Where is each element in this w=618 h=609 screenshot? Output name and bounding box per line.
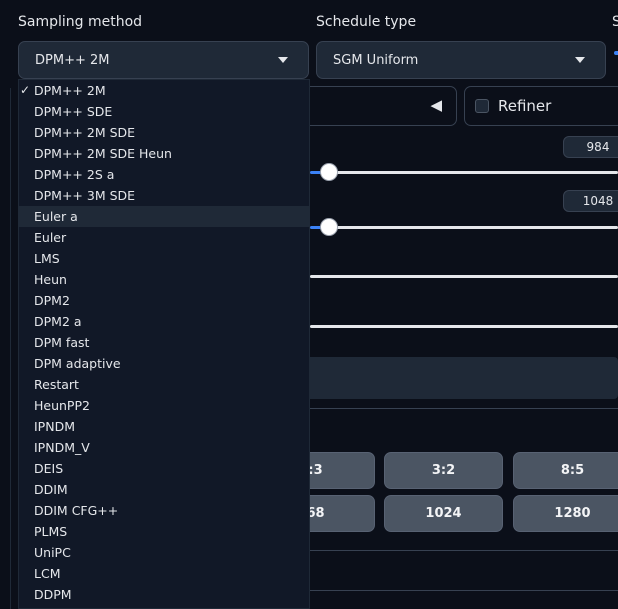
schedule-type-value: SGM Uniform	[333, 52, 419, 68]
bottom-divider-2	[300, 590, 618, 591]
checkmark-icon: ✓	[20, 83, 31, 97]
sampling-option-label: DDPM	[34, 587, 72, 602]
next-slider-fill	[614, 51, 618, 55]
sampling-option[interactable]: DPM++ SDE	[19, 101, 309, 122]
sampling-option[interactable]: DPM adaptive	[19, 353, 309, 374]
sampling-option[interactable]: HeunPP2	[19, 395, 309, 416]
sampling-option[interactable]: LMS	[19, 248, 309, 269]
sampling-option-label: DPM fast	[34, 335, 90, 350]
sampling-option-label: DPM++ 2M SDE	[34, 125, 136, 140]
sampling-option[interactable]: LCM	[19, 563, 309, 584]
left-edge-divider	[0, 88, 11, 609]
batch-size-slider-track[interactable]	[310, 325, 618, 328]
sampling-option[interactable]: DDIM CFG++	[19, 500, 309, 521]
height-slider-thumb[interactable]	[320, 218, 338, 236]
sampling-option[interactable]: Euler	[19, 227, 309, 248]
sampling-option-label: DPM++ 2M	[34, 83, 106, 98]
sampling-option-label: PLMS	[34, 524, 68, 539]
sampling-option[interactable]: DDIM	[19, 479, 309, 500]
sampling-option[interactable]: DPM++ 2S a	[19, 164, 309, 185]
width-slider-track[interactable]	[330, 171, 618, 174]
sampling-option-label: DPM++ SDE	[34, 104, 113, 119]
sampling-option[interactable]: IPNDM_V	[19, 437, 309, 458]
collapse-left-icon[interactable]: ◀	[430, 96, 442, 114]
resolution-button-2[interactable]: 1024	[384, 495, 503, 532]
sampling-option[interactable]: DPM2 a	[19, 311, 309, 332]
aspect-ratio-button-2[interactable]: 3:2	[384, 452, 503, 489]
sampling-option-label: HeunPP2	[34, 398, 90, 413]
batch-count-slider-track[interactable]	[310, 275, 618, 278]
schedule-type-dropdown[interactable]: SGM Uniform	[316, 41, 606, 79]
sampling-option-label: Heun	[34, 272, 67, 287]
aspect-ratio-button-3[interactable]: 8:5	[513, 452, 618, 489]
sampling-option-label: DPM++ 2S a	[34, 167, 115, 182]
height-slider-track[interactable]	[330, 226, 618, 229]
refiner-panel[interactable]: Refiner	[464, 86, 618, 126]
next-setting-label-partial: S	[612, 14, 618, 30]
sampling-method-options-list[interactable]: ✓ DPM++ 2M DPM++ SDE DPM++ 2M SDE DPM++ 2M S…	[18, 79, 310, 609]
sampling-option-label: DEIS	[34, 461, 64, 476]
width-number-input[interactable]: 984	[563, 136, 618, 158]
sampling-option[interactable]: UniPC	[19, 542, 309, 563]
sampling-option-label: DPM2 a	[34, 314, 82, 329]
sampling-option-label: Euler	[34, 230, 67, 245]
sampling-option[interactable]: PLMS	[19, 521, 309, 542]
sampling-method-dropdown[interactable]: DPM++ 2M	[18, 41, 309, 79]
sampling-option[interactable]: Heun	[19, 269, 309, 290]
sampling-option-label: LCM	[34, 566, 61, 581]
sampling-method-label: Sampling method	[18, 14, 143, 30]
sampling-option[interactable]: DPM++ 2M SDE Heun	[19, 143, 309, 164]
sampling-option[interactable]: Restart	[19, 374, 309, 395]
sampling-option[interactable]: ✓ DPM++ 2M	[19, 80, 309, 101]
chevron-down-icon	[278, 57, 288, 63]
sampling-option-label: DDIM CFG++	[34, 503, 119, 518]
sampling-option-label: IPNDM	[34, 419, 75, 434]
sampling-option[interactable]: IPNDM	[19, 416, 309, 437]
height-number-input[interactable]: 1048	[563, 190, 618, 212]
sampling-option-label: DPM2	[34, 293, 70, 308]
sampling-option[interactable]: Euler a	[19, 206, 309, 227]
sampling-option-label: IPNDM_V	[34, 440, 90, 455]
refiner-label: Refiner	[498, 97, 552, 115]
width-slider-thumb[interactable]	[320, 163, 338, 181]
sampling-option-label: DPM++ 2M SDE Heun	[34, 146, 172, 161]
sampling-option[interactable]: DEIS	[19, 458, 309, 479]
chevron-down-icon	[575, 57, 585, 63]
bottom-divider	[300, 550, 618, 551]
sampling-option[interactable]: DPM++ 2M SDE	[19, 122, 309, 143]
schedule-type-label: Schedule type	[316, 14, 417, 30]
refiner-checkbox[interactable]	[475, 99, 489, 113]
sampling-option[interactable]: DPM2	[19, 290, 309, 311]
collapse-panel[interactable]: ◀	[300, 86, 457, 126]
sampling-option-label: UniPC	[34, 545, 71, 560]
sampling-option-label: Restart	[34, 377, 79, 392]
section-divider	[300, 408, 618, 409]
sampling-option-label: LMS	[34, 251, 60, 266]
sampling-method-value: DPM++ 2M	[35, 52, 110, 68]
resolution-button-3[interactable]: 1280	[513, 495, 618, 532]
sampling-option-label: Euler a	[34, 209, 78, 224]
sampling-option[interactable]: DPM fast	[19, 332, 309, 353]
accordion-header[interactable]	[300, 357, 618, 399]
sampling-option[interactable]: DDPM	[19, 584, 309, 605]
sampling-option-label: DPM adaptive	[34, 356, 121, 371]
sampling-option[interactable]: DPM++ 3M SDE	[19, 185, 309, 206]
sampling-option-label: DDIM	[34, 482, 68, 497]
sampling-option-label: DPM++ 3M SDE	[34, 188, 136, 203]
